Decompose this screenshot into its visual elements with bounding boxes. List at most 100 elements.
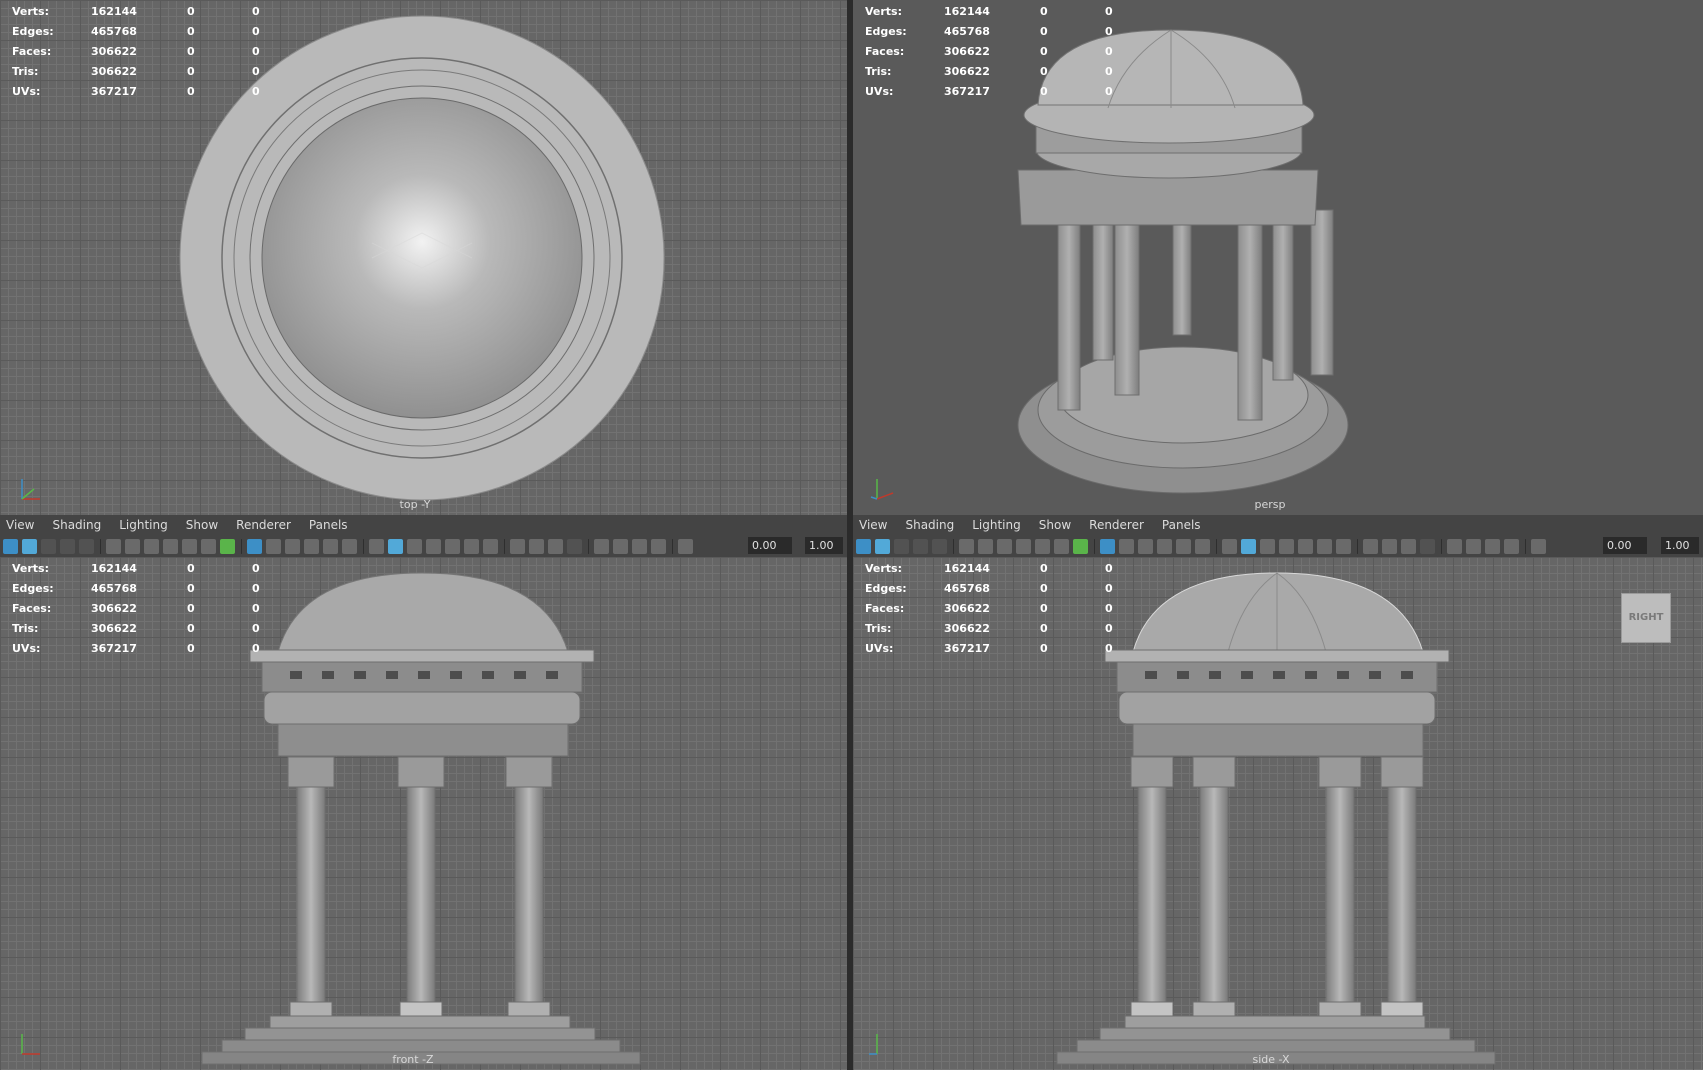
menu-lighting[interactable]: Lighting [119, 518, 168, 532]
safe-action-icon[interactable] [342, 538, 357, 554]
viewport-top[interactable]: Verts: 162144 0 0 Edges: 465768 0 0 Faces: 3066… [0, 0, 847, 515]
menu-view[interactable]: View [859, 518, 887, 532]
camera-attributes-icon[interactable] [875, 538, 890, 554]
panel-menubar: View Shading Lighting Show Renderer Pane… [853, 515, 1703, 535]
gamma-field[interactable]: 1.00 [1661, 537, 1699, 554]
camera-label: side -X [1252, 1053, 1290, 1066]
anti-aliasing-icon[interactable] [548, 538, 563, 554]
hud-row-tris: Tris: 306622 0 0 [12, 65, 260, 78]
exposure-field[interactable]: 0.00 [748, 537, 792, 554]
camera-move-icon[interactable] [978, 538, 993, 554]
gizmo-icon[interactable] [1054, 538, 1069, 554]
gate-mask-icon[interactable] [1157, 538, 1172, 554]
ambient-occlusion-icon[interactable] [510, 538, 525, 554]
xray-icon[interactable] [613, 538, 628, 554]
menu-shading[interactable]: Shading [905, 518, 954, 532]
camera-rotate-icon[interactable] [144, 538, 159, 554]
camera-attributes-icon[interactable] [22, 538, 37, 554]
xray-joints-icon[interactable] [1485, 538, 1500, 554]
menu-show[interactable]: Show [186, 518, 218, 532]
viewport-side[interactable]: Verts: 162144 0 0 Edges: 465768 0 0 Faces: 3066… [853, 557, 1703, 1070]
gamma-field[interactable]: 1.00 [805, 537, 843, 554]
camera-icon[interactable] [106, 538, 121, 554]
film-gate-icon[interactable] [1119, 538, 1134, 554]
lights-icon[interactable] [1317, 538, 1332, 554]
pen-icon[interactable] [1035, 538, 1050, 554]
gate-mask-icon[interactable] [304, 538, 319, 554]
menu-renderer[interactable]: Renderer [236, 518, 291, 532]
hud-row-faces: Faces: 306622 0 0 [12, 602, 260, 615]
menu-panels[interactable]: Panels [309, 518, 348, 532]
grease-pencil-icon[interactable] [220, 538, 235, 554]
smooth-shade-icon[interactable] [1241, 538, 1256, 554]
select-camera-icon[interactable] [3, 538, 18, 554]
resolution-gate-icon[interactable] [285, 538, 300, 554]
motion-blur-icon[interactable] [1382, 538, 1397, 554]
two-d-pan-icon[interactable] [79, 538, 94, 554]
wireframe-icon[interactable] [1222, 538, 1237, 554]
image-plane-icon[interactable] [913, 538, 928, 554]
menu-view[interactable]: View [6, 518, 34, 532]
isolate-icon[interactable] [1447, 538, 1462, 554]
bookmark-icon[interactable] [894, 538, 909, 554]
depth-of-field-icon[interactable] [567, 538, 582, 554]
bookmark-camera-icon[interactable] [1016, 538, 1031, 554]
textured-icon[interactable] [1298, 538, 1313, 554]
axis-gizmo-icon [869, 1034, 878, 1055]
exposure-field[interactable]: 0.00 [1603, 537, 1647, 554]
menu-renderer[interactable]: Renderer [1089, 518, 1144, 532]
backface-icon[interactable] [651, 538, 666, 554]
xray-icon[interactable] [1466, 538, 1481, 554]
toolbar-separator [1525, 538, 1526, 554]
field-chart-icon[interactable] [323, 538, 338, 554]
backface-icon[interactable] [1504, 538, 1519, 554]
anti-aliasing-icon[interactable] [1401, 538, 1416, 554]
hud-row-edges: Edges: 465768 0 0 [865, 582, 1113, 595]
grid-icon[interactable] [247, 538, 262, 554]
pen-icon[interactable] [182, 538, 197, 554]
lights-icon[interactable] [464, 538, 479, 554]
exposure-icon[interactable] [1531, 538, 1546, 554]
depth-of-field-icon[interactable] [1420, 538, 1435, 554]
shade-options-icon[interactable] [1260, 538, 1275, 554]
camera-rotate-icon[interactable] [997, 538, 1012, 554]
shade-options-icon[interactable] [407, 538, 422, 554]
menu-panels[interactable]: Panels [1162, 518, 1201, 532]
two-d-pan-icon[interactable] [932, 538, 947, 554]
hud-row-tris: Tris: 306622 0 0 [865, 622, 1113, 635]
grid-icon[interactable] [1100, 538, 1115, 554]
wireframe-on-shaded-icon[interactable] [426, 538, 441, 554]
safe-action-icon[interactable] [1195, 538, 1210, 554]
viewport-persp[interactable]: Verts: 162144 0 0 Edges: 465768 0 0 Faces: 3066… [853, 0, 1703, 515]
shadows-icon[interactable] [1336, 538, 1351, 554]
wireframe-on-shaded-icon[interactable] [1279, 538, 1294, 554]
field-chart-icon[interactable] [1176, 538, 1191, 554]
axis-gizmo-icon [21, 479, 40, 500]
bookmark-camera-icon[interactable] [163, 538, 178, 554]
textured-icon[interactable] [445, 538, 460, 554]
ambient-occlusion-icon[interactable] [1363, 538, 1378, 554]
camera-move-icon[interactable] [125, 538, 140, 554]
wireframe-icon[interactable] [369, 538, 384, 554]
exposure-icon[interactable] [678, 538, 693, 554]
motion-blur-icon[interactable] [529, 538, 544, 554]
viewcube-right[interactable]: RIGHT [1621, 593, 1671, 643]
xray-joints-icon[interactable] [632, 538, 647, 554]
select-camera-icon[interactable] [856, 538, 871, 554]
bookmark-icon[interactable] [41, 538, 56, 554]
grease-pencil-icon[interactable] [1073, 538, 1088, 554]
viewport-front[interactable]: Verts: 162144 0 0 Edges: 465768 0 0 Faces: 3066… [0, 557, 847, 1070]
shadows-icon[interactable] [483, 538, 498, 554]
resolution-gate-icon[interactable] [1138, 538, 1153, 554]
film-gate-icon[interactable] [266, 538, 281, 554]
image-plane-icon[interactable] [60, 538, 75, 554]
isolate-icon[interactable] [594, 538, 609, 554]
menu-show[interactable]: Show [1039, 518, 1071, 532]
menu-lighting[interactable]: Lighting [972, 518, 1021, 532]
camera-icon[interactable] [959, 538, 974, 554]
menu-shading[interactable]: Shading [52, 518, 101, 532]
smooth-shade-icon[interactable] [388, 538, 403, 554]
gizmo-icon[interactable] [201, 538, 216, 554]
axis-gizmo-icon [870, 479, 894, 500]
hud-row-tris: Tris: 306622 0 0 [865, 65, 1113, 78]
